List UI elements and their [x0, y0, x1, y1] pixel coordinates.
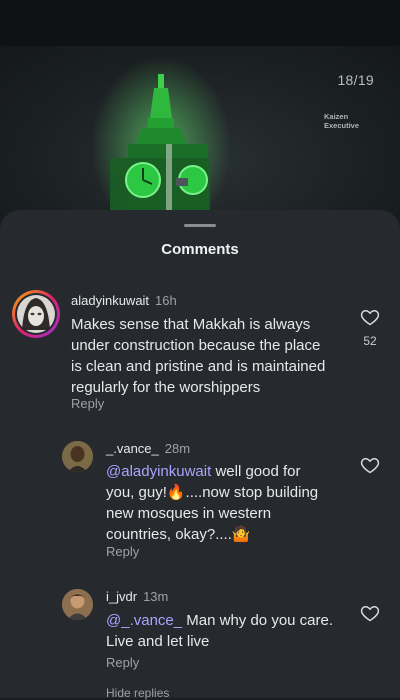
reply-button[interactable]: Reply: [106, 655, 139, 670]
reply-username[interactable]: _.vance_: [106, 441, 159, 456]
mention-link[interactable]: @aladyinkuwait: [106, 463, 211, 480]
avatar[interactable]: [62, 589, 93, 620]
reply-meta: i_jvdr 13m: [106, 589, 168, 604]
comment-meta: aladyinkuwait 16h: [71, 293, 177, 308]
comment-text: Makes sense that Makkah is always under …: [71, 316, 326, 396]
comment-username[interactable]: aladyinkuwait: [71, 293, 149, 308]
reply-time: 28m: [164, 441, 191, 456]
avatar[interactable]: [62, 441, 93, 472]
heart-icon[interactable]: [360, 603, 380, 623]
post-photo[interactable]: 18/19 Kaizen Executive: [0, 46, 400, 236]
like-count: 52: [363, 334, 377, 348]
reply-button[interactable]: Reply: [106, 544, 139, 559]
watermark: Kaizen Executive: [324, 112, 360, 130]
reply-meta: _.vance_ 28m: [106, 441, 190, 456]
heart-icon[interactable]: [360, 455, 380, 475]
comment-time: 16h: [155, 293, 177, 308]
heart-icon[interactable]: [360, 307, 380, 327]
mention-link[interactable]: @_.vance_: [106, 612, 182, 629]
sheet-title: Comments: [161, 241, 239, 258]
image-counter: 18/19: [337, 72, 374, 88]
reply-username[interactable]: i_jvdr: [106, 589, 137, 604]
reply-text: @aladyinkuwait well good for you, guy!🔥.…: [106, 463, 319, 543]
drag-handle[interactable]: [184, 224, 216, 227]
status-bar: [0, 0, 400, 46]
avatar[interactable]: [12, 290, 60, 338]
reply-time: 13m: [143, 589, 169, 604]
reply-button[interactable]: Reply: [71, 396, 104, 411]
reply-text: @_.vance_ Man why do you care. Live and …: [106, 612, 334, 650]
